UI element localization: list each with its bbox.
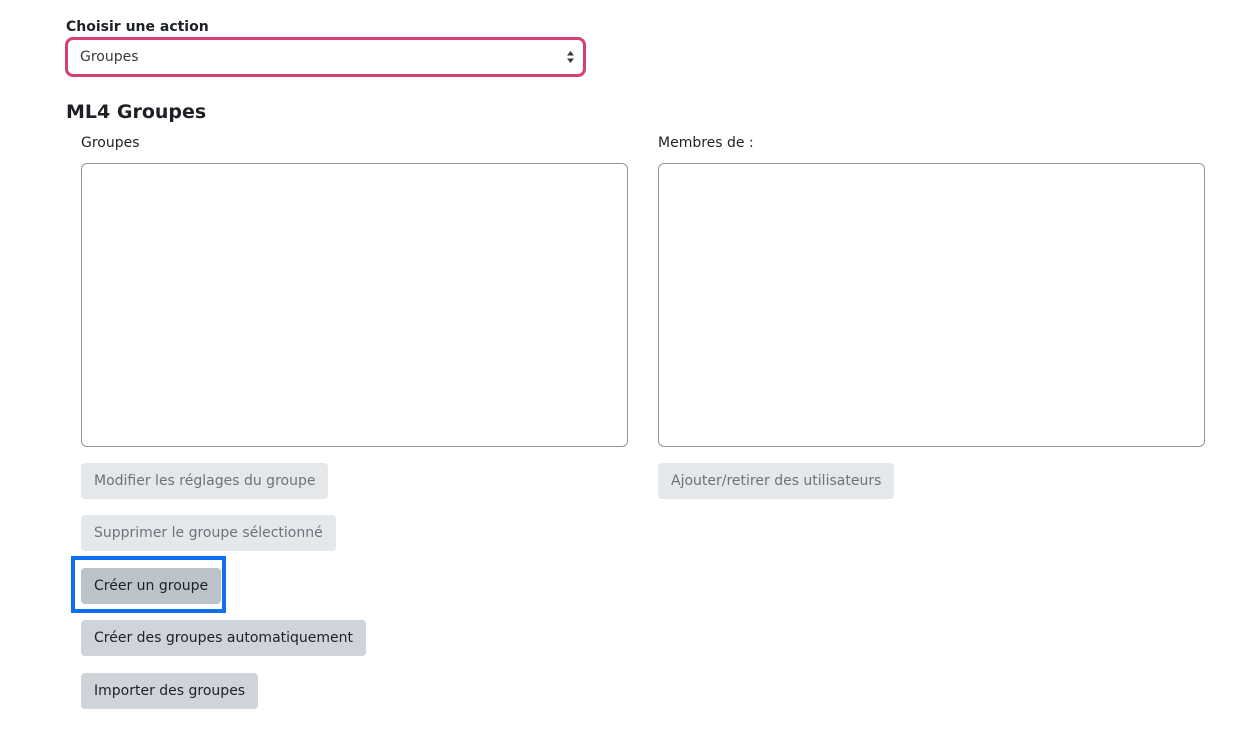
section-title: ML4 Groupes bbox=[66, 101, 207, 123]
delete-selected-group-button[interactable]: Supprimer le groupe sélectionné bbox=[81, 515, 336, 551]
groups-label: Groupes bbox=[81, 135, 140, 151]
auto-create-groups-button[interactable]: Créer des groupes automatiquement bbox=[81, 620, 367, 656]
action-select-value: Groupes bbox=[80, 49, 139, 65]
edit-group-settings-button[interactable]: Modifier les réglages du groupe bbox=[81, 463, 329, 499]
members-label: Membres de : bbox=[658, 135, 754, 151]
add-remove-users-button[interactable]: Ajouter/retirer des utilisateurs bbox=[658, 463, 895, 499]
action-chooser-label: Choisir une action bbox=[66, 19, 209, 35]
sort-caret-icon bbox=[567, 51, 574, 63]
create-group-button[interactable]: Créer un groupe bbox=[81, 568, 222, 604]
members-listbox[interactable] bbox=[658, 163, 1205, 447]
import-groups-button[interactable]: Importer des groupes bbox=[81, 673, 259, 709]
action-select[interactable]: Groupes bbox=[65, 37, 586, 77]
groups-listbox[interactable] bbox=[81, 163, 628, 447]
